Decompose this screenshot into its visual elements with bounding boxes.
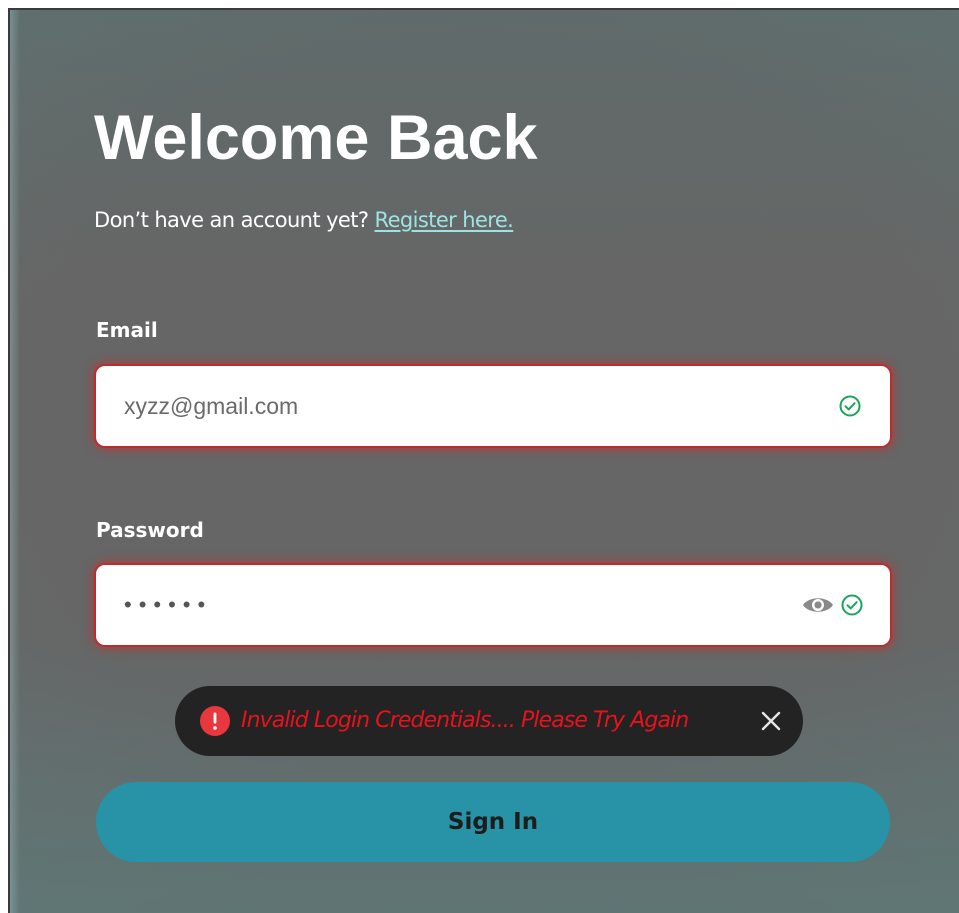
email-field-container — [96, 366, 890, 446]
error-toast: Invalid Login Credentials.... Please Try… — [175, 686, 803, 756]
eye-icon[interactable] — [801, 593, 835, 617]
register-prompt-line: Don’t have an account yet? Register here… — [94, 208, 514, 232]
page-title: Welcome Back — [94, 103, 538, 173]
password-label: Password — [96, 518, 204, 542]
close-icon[interactable] — [759, 709, 783, 733]
login-card: Welcome Back Don’t have an account yet? … — [8, 8, 959, 913]
email-label: Email — [96, 318, 158, 342]
check-circle-icon — [841, 594, 863, 616]
email-input[interactable] — [124, 366, 804, 446]
sign-in-button[interactable]: Sign In — [96, 782, 890, 862]
register-link[interactable]: Register here. — [375, 208, 514, 232]
check-circle-icon — [839, 395, 861, 417]
password-field-container — [96, 565, 890, 645]
alert-icon — [200, 706, 230, 736]
screen: Welcome Back Don’t have an account yet? … — [0, 0, 959, 913]
password-input[interactable] — [124, 565, 804, 645]
toast-message: Invalid Login Credentials.... Please Try… — [241, 708, 689, 733]
register-prompt-text: Don’t have an account yet? — [94, 208, 369, 232]
